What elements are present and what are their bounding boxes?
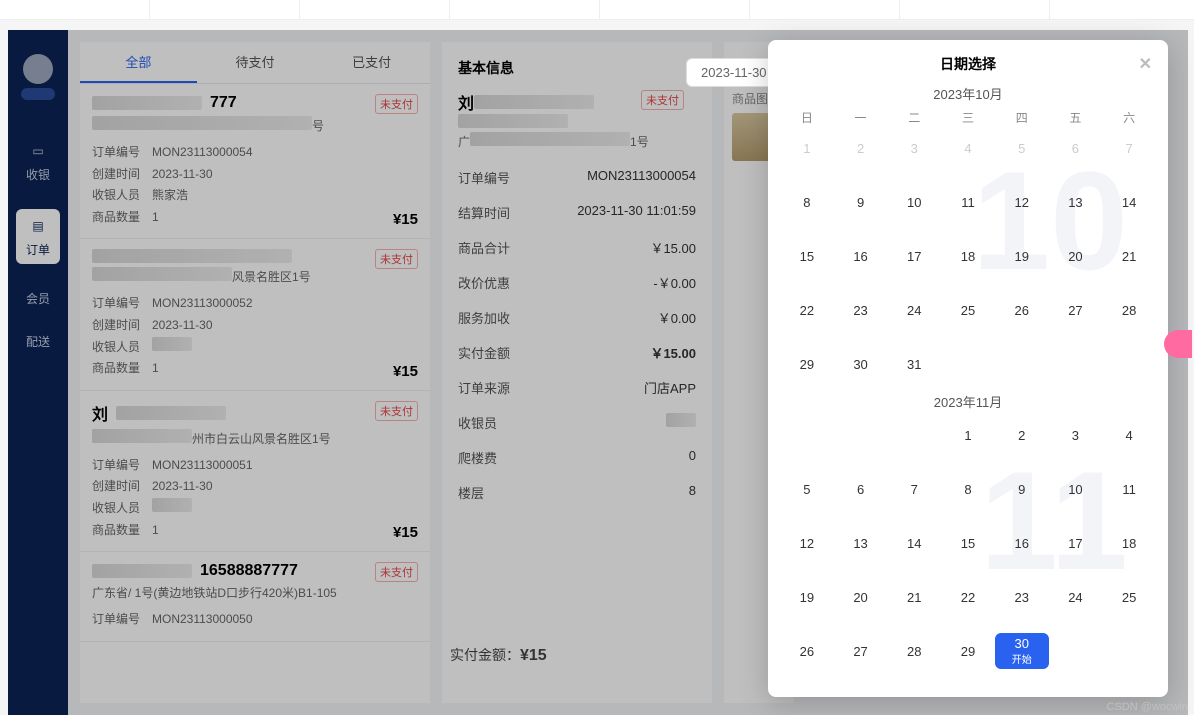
calendar-day[interactable]: 19 <box>995 238 1049 274</box>
float-action-icon[interactable] <box>1164 330 1192 358</box>
calendar-day[interactable]: 12 <box>995 184 1049 220</box>
calendar-day[interactable]: 24 <box>887 292 941 328</box>
calendar-day[interactable]: 1 <box>780 130 834 166</box>
calendar-day[interactable]: 9 <box>834 184 888 220</box>
calendar-day[interactable]: 20 <box>834 579 888 615</box>
calendar-day[interactable]: 23 <box>834 292 888 328</box>
calendar-grid-nov: 1234567891011121314151617181920212223242… <box>780 417 1156 669</box>
calendar-day[interactable]: 26 <box>995 292 1049 328</box>
calendar-day[interactable]: 18 <box>1102 525 1156 561</box>
calendar-day[interactable]: 12 <box>780 525 834 561</box>
calendar-day[interactable]: 19 <box>780 579 834 615</box>
calendar-day[interactable]: 28 <box>887 633 941 669</box>
calendar-day[interactable]: 17 <box>1049 525 1103 561</box>
day-of-week-row: 日一二三四五六 <box>780 109 1156 126</box>
calendar-day[interactable]: 18 <box>941 238 995 274</box>
calendar-day[interactable]: 3 <box>887 130 941 166</box>
calendar-day[interactable]: 2 <box>995 417 1049 453</box>
calendar-day[interactable] <box>834 417 888 453</box>
calendar-grid-oct: 1234567891011121314151617181920212223242… <box>780 130 1156 382</box>
calendar-day[interactable]: 22 <box>941 579 995 615</box>
calendar-day[interactable]: 6 <box>1049 130 1103 166</box>
calendar-day[interactable]: 28 <box>1102 292 1156 328</box>
calendar-day[interactable]: 21 <box>887 579 941 615</box>
calendar-day[interactable]: 30开始 <box>995 633 1049 669</box>
calendar-day[interactable]: 8 <box>941 471 995 507</box>
calendar-day[interactable]: 17 <box>887 238 941 274</box>
calendar-day[interactable]: 15 <box>941 525 995 561</box>
month-label: 2023年10月 <box>780 84 1156 103</box>
calendar-day[interactable]: 14 <box>1102 184 1156 220</box>
calendar-day[interactable]: 10 <box>887 184 941 220</box>
calendar-day[interactable]: 31 <box>887 346 941 382</box>
calendar-day[interactable]: 1 <box>941 417 995 453</box>
calendar-day[interactable]: 25 <box>1102 579 1156 615</box>
calendar-day[interactable]: 25 <box>941 292 995 328</box>
calendar-day[interactable]: 2 <box>834 130 888 166</box>
month-label: 2023年11月 <box>780 392 1156 411</box>
calendar-day[interactable]: 11 <box>941 184 995 220</box>
close-icon[interactable]: ✕ <box>1139 54 1152 74</box>
calendar-day[interactable]: 24 <box>1049 579 1103 615</box>
calendar-day[interactable]: 27 <box>834 633 888 669</box>
calendar-day[interactable]: 11 <box>1102 471 1156 507</box>
date-picker-title: 日期选择 <box>940 56 996 72</box>
calendar-day[interactable]: 13 <box>1049 184 1103 220</box>
watermark: CSDN @wocwin <box>1107 701 1188 713</box>
calendar-day[interactable]: 4 <box>1102 417 1156 453</box>
total-bar: 实付金额：¥15 <box>450 645 547 665</box>
calendar-day[interactable]: 29 <box>780 346 834 382</box>
date-picker-panel: 日期选择 ✕ 10 11 2023年10月 日一二三四五六 1234567891… <box>768 40 1168 697</box>
calendar-day[interactable]: 10 <box>1049 471 1103 507</box>
calendar-day[interactable]: 27 <box>1049 292 1103 328</box>
calendar-day[interactable]: 7 <box>887 471 941 507</box>
calendar-day[interactable]: 14 <box>887 525 941 561</box>
calendar-day[interactable]: 13 <box>834 525 888 561</box>
calendar-day[interactable]: 5 <box>780 471 834 507</box>
calendar-day[interactable]: 22 <box>780 292 834 328</box>
calendar-day[interactable] <box>780 417 834 453</box>
calendar-day[interactable] <box>887 417 941 453</box>
calendar-day[interactable]: 8 <box>780 184 834 220</box>
calendar-day[interactable]: 15 <box>780 238 834 274</box>
calendar-day[interactable]: 7 <box>1102 130 1156 166</box>
calendar-day[interactable]: 5 <box>995 130 1049 166</box>
calendar-day[interactable]: 16 <box>995 525 1049 561</box>
calendar-day[interactable]: 16 <box>834 238 888 274</box>
top-tabs <box>0 0 1194 20</box>
calendar-day[interactable]: 9 <box>995 471 1049 507</box>
calendar-day[interactable]: 3 <box>1049 417 1103 453</box>
calendar-day[interactable]: 29 <box>941 633 995 669</box>
calendar-day[interactable]: 4 <box>941 130 995 166</box>
calendar-day[interactable]: 21 <box>1102 238 1156 274</box>
calendar-day[interactable]: 30 <box>834 346 888 382</box>
calendar-day[interactable]: 23 <box>995 579 1049 615</box>
calendar-day[interactable]: 20 <box>1049 238 1103 274</box>
calendar-day[interactable]: 26 <box>780 633 834 669</box>
calendar-day[interactable]: 6 <box>834 471 888 507</box>
